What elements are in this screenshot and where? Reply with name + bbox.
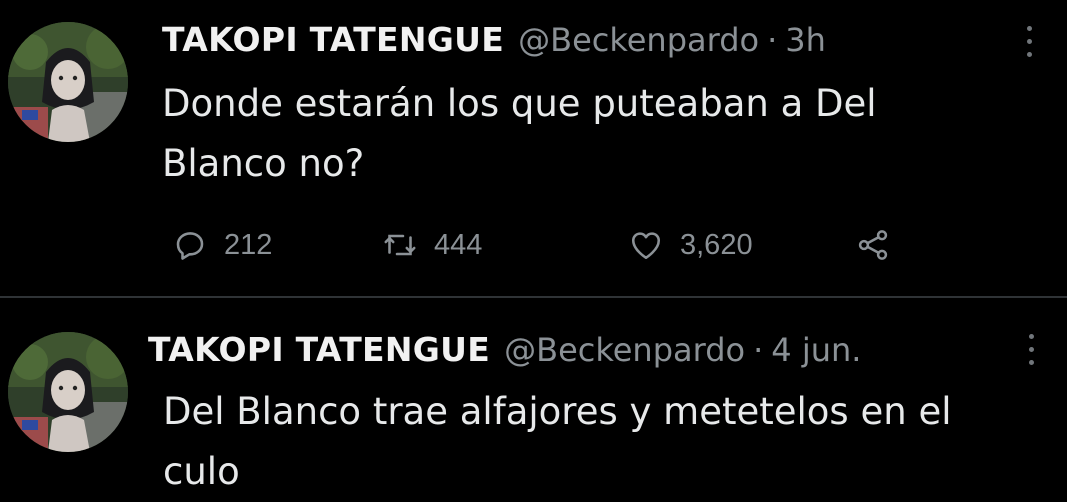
reply-icon — [176, 232, 204, 260]
tweet[interactable]: TAKOPI TATENGUE @Beckenpardo · 3h Donde … — [0, 0, 1067, 296]
retweet-icon — [384, 234, 416, 256]
reply-count: 212 — [224, 228, 273, 261]
timestamp[interactable]: 3h — [785, 21, 826, 59]
retweet-button[interactable]: 444 — [382, 227, 628, 263]
tweet-header: TAKOPI TATENGUE @Beckenpardo · 3h — [162, 20, 826, 59]
like-count: 3,620 — [680, 228, 753, 261]
timestamp[interactable]: 4 jun. — [771, 331, 861, 369]
avatar-image — [8, 332, 128, 452]
like-button[interactable]: 3,620 — [628, 227, 855, 263]
share-icon — [858, 230, 888, 260]
separator: · — [767, 21, 778, 59]
display-name[interactable]: TAKOPI TATENGUE — [148, 330, 490, 369]
user-handle[interactable]: @Beckenpardo — [504, 331, 745, 369]
avatar-image — [8, 22, 128, 142]
like-icon — [631, 232, 661, 260]
display-name[interactable]: TAKOPI TATENGUE — [162, 20, 504, 59]
avatar[interactable] — [8, 22, 128, 142]
tweet-divider — [0, 296, 1067, 298]
separator: · — [753, 331, 764, 369]
tweet-header: TAKOPI TATENGUE @Beckenpardo · 4 jun. — [148, 330, 861, 369]
retweet-count: 444 — [434, 228, 483, 261]
tweet[interactable]: TAKOPI TATENGUE @Beckenpardo · 4 jun. De… — [0, 300, 1067, 493]
more-icon[interactable] — [1027, 26, 1035, 65]
tweet-text: Del Blanco trae alfajores y metetelos en… — [163, 390, 952, 493]
tweet-actions: 212 444 3,620 — [172, 222, 891, 268]
reply-button[interactable]: 212 — [172, 227, 382, 263]
share-button[interactable] — [855, 227, 891, 263]
avatar[interactable] — [8, 332, 128, 452]
more-icon[interactable] — [1029, 334, 1037, 373]
tweet-text: Donde estarán los que puteaban a Del Bla… — [162, 82, 877, 185]
user-handle[interactable]: @Beckenpardo — [518, 21, 759, 59]
